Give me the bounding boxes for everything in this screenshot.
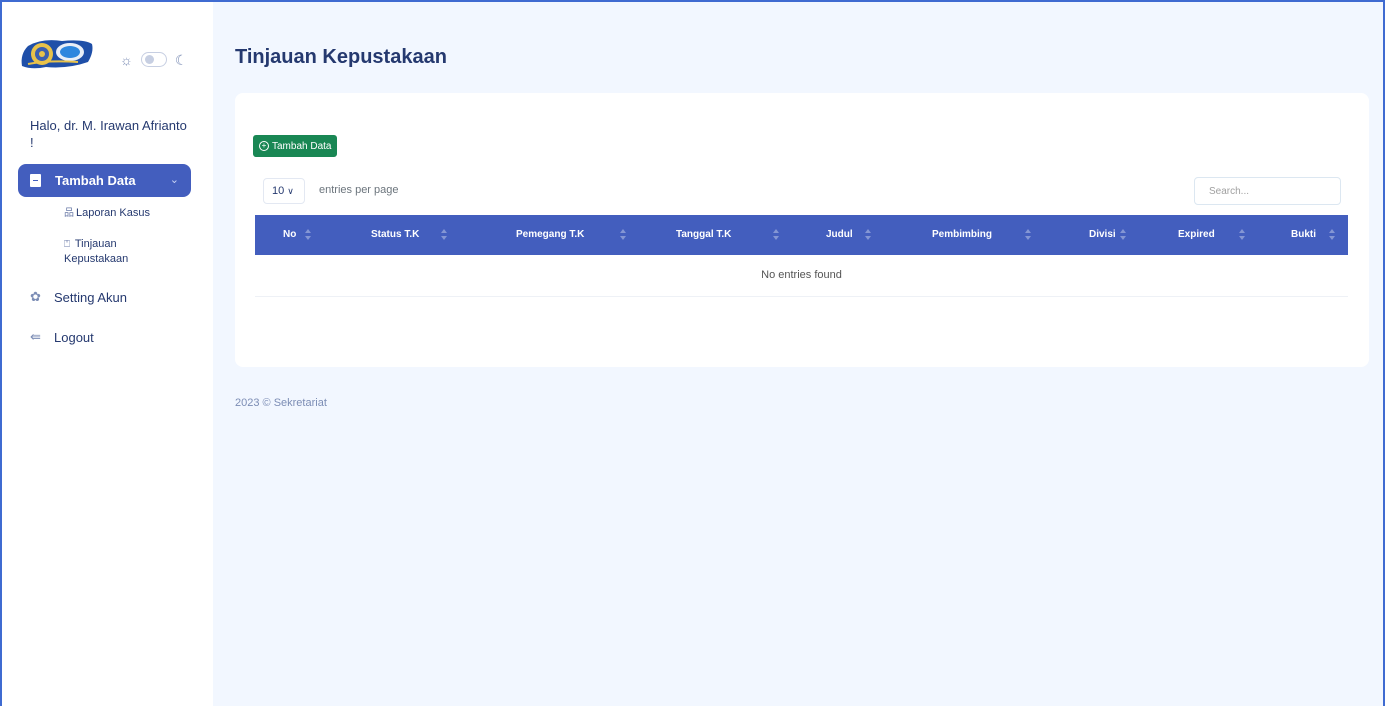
sort-icon xyxy=(1329,229,1335,241)
logout-icon: ⇚ xyxy=(30,329,41,344)
sun-icon: ☼ xyxy=(120,51,133,68)
submenu-item-laporan-kasus[interactable]: 品 Laporan Kasus xyxy=(64,206,150,221)
entries-per-page-select[interactable]: 10 ∨ xyxy=(263,178,305,204)
sort-icon xyxy=(441,229,447,241)
sort-icon xyxy=(865,229,871,241)
submenu-label: Laporan Kasus xyxy=(76,207,150,219)
theme-toggle[interactable]: ☼ ☾ xyxy=(120,52,187,67)
data-card: + Tambah Data 10 ∨ entries per page No S… xyxy=(235,93,1369,367)
logo xyxy=(18,36,96,72)
main-content: Tinjauan Kepustakaan + Tambah Data 10 ∨ … xyxy=(213,2,1383,706)
submenu-item-tinjauan-kepustakaan[interactable]: ⍞ Tinjauan Kepustakaan xyxy=(64,237,174,266)
sort-icon xyxy=(1239,229,1245,241)
submenu-label: Tinjauan Kepustakaan xyxy=(64,238,129,265)
column-header-bukti[interactable]: Bukti xyxy=(1291,215,1335,255)
column-header-judul[interactable]: Judul xyxy=(826,215,871,255)
sidebar-item-label: Logout xyxy=(54,329,94,345)
table-header: No Status T.K Pemegang T.K Tanggal T.K J… xyxy=(255,215,1348,255)
sidebar-item-setting-akun[interactable]: ✿ Setting Akun xyxy=(30,289,127,305)
page-title: Tinjauan Kepustakaan xyxy=(235,46,447,68)
sort-icon xyxy=(1025,229,1031,241)
add-data-button[interactable]: + Tambah Data xyxy=(253,135,338,157)
sidebar-item-label: Tambah Data xyxy=(55,173,136,188)
sort-icon xyxy=(1120,229,1126,241)
file-icon: ⍞ xyxy=(64,239,70,250)
entries-per-page-label: entries per page xyxy=(319,184,399,196)
column-header-tanggal[interactable]: Tanggal T.K xyxy=(676,215,779,255)
footer-copyright: 2023 © Sekretariat xyxy=(235,397,327,409)
sort-icon xyxy=(620,229,626,241)
sitemap-icon: 品 xyxy=(64,208,74,219)
plus-circle-icon: + xyxy=(259,141,269,151)
sort-icon xyxy=(773,229,779,241)
column-header-divisi[interactable]: Divisi xyxy=(1089,215,1126,255)
sort-icon xyxy=(305,229,311,241)
gear-icon: ✿ xyxy=(30,289,41,304)
column-header-pembimbing[interactable]: Pembimbing xyxy=(932,215,1031,255)
user-greeting: Halo, dr. M. Irawan Afrianto ! xyxy=(30,118,187,150)
sidebar-item-logout[interactable]: ⇚ Logout xyxy=(30,329,94,345)
column-header-expired[interactable]: Expired xyxy=(1178,215,1245,255)
column-header-status[interactable]: Status T.K xyxy=(371,215,447,255)
per-page-value: 10 xyxy=(272,185,285,197)
column-header-pemegang[interactable]: Pemegang T.K xyxy=(516,215,626,255)
chevron-down-icon: ⌄ xyxy=(169,174,179,186)
search-input[interactable] xyxy=(1194,177,1341,205)
file-plus-icon xyxy=(30,174,41,187)
moon-icon: ☾ xyxy=(174,51,188,68)
sidebar-item-label: Setting Akun xyxy=(54,289,127,305)
empty-table-message: No entries found xyxy=(255,255,1348,297)
dark-mode-switch[interactable] xyxy=(140,52,167,67)
add-data-label: Tambah Data xyxy=(272,140,332,152)
sidebar-item-tambah-data[interactable]: Tambah Data ⌄ xyxy=(18,164,191,197)
chevron-down-icon: ∨ xyxy=(287,185,294,196)
column-header-no[interactable]: No xyxy=(283,215,311,255)
sidebar: ☼ ☾ Halo, dr. M. Irawan Afrianto ! Tamba… xyxy=(2,2,213,706)
